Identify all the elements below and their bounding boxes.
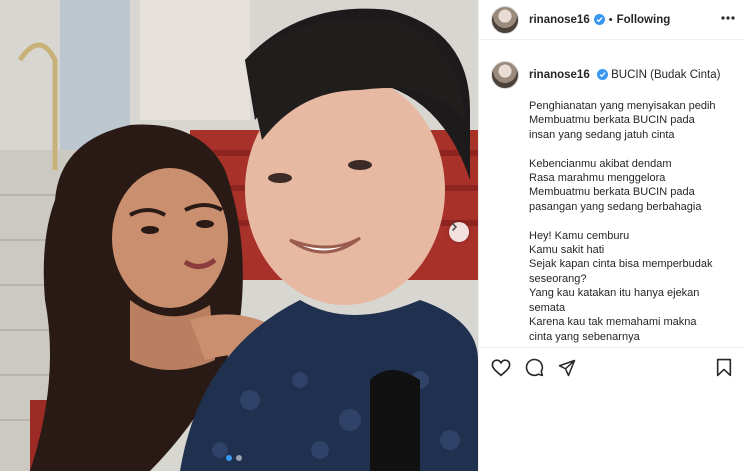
share-button[interactable]: [558, 359, 576, 377]
caption-line: cinta yang sebenarnya: [529, 330, 640, 343]
caption-line: Penghianatan yang menyisakan pedih: [529, 100, 716, 112]
paper-plane-icon: [558, 359, 576, 376]
caption-line: Yang kau katakan itu hanya ejekan: [529, 287, 700, 300]
username-link[interactable]: rinanose16: [529, 14, 590, 26]
caption-area: rinanose16 BUCIN (Budak Cinta) Penghiana…: [479, 50, 745, 347]
verified-badge-icon: [596, 69, 608, 81]
post-header: rinanose16 • Following: [479, 0, 745, 40]
caption-line: Membuatmu berkata BUCIN pada: [529, 114, 695, 127]
bookmark-icon: [716, 358, 732, 377]
post-side-panel: rinanose16 • Following rinanose16 BUCIN …: [478, 0, 745, 471]
carousel-indicator: [226, 455, 242, 461]
avatar[interactable]: [491, 5, 519, 34]
caption-line: insan yang sedang jatuh cinta: [529, 128, 675, 141]
like-button[interactable]: [491, 358, 511, 377]
more-options-icon[interactable]: [721, 11, 735, 30]
caption-line: Rasa marahmu menggelora: [529, 172, 666, 185]
caption-username-link[interactable]: rinanose16: [529, 69, 590, 81]
carousel-dot-active: [226, 455, 232, 461]
caption-avatar[interactable]: [491, 61, 519, 89]
photo-illustration: [0, 0, 478, 471]
caption-line: semata: [529, 301, 566, 314]
carousel-dot: [236, 455, 242, 461]
caption-line: Kebencianmu akibat dendam: [529, 157, 672, 170]
heart-icon: [491, 358, 511, 376]
verified-badge-icon: [593, 14, 605, 25]
separator-dot: •: [608, 13, 613, 26]
comment-icon: [525, 358, 544, 377]
caption-line: [529, 214, 734, 228]
caption-header: rinanose16 BUCIN (Budak Cinta): [491, 61, 734, 89]
caption-text: Penghianatan yang menyisakan pedih Membua…: [529, 99, 734, 344]
caption-line: Kamu sakit hati: [529, 244, 605, 257]
chevron-right-icon: [451, 222, 458, 232]
caption-line: pasangan yang sedang berbahagia: [529, 200, 702, 213]
next-slide-button[interactable]: [449, 222, 469, 242]
post-photo[interactable]: [0, 0, 478, 471]
caption-line: Karena kau tak memahami makna: [529, 316, 697, 329]
caption-line: seseorang?: [529, 272, 587, 285]
caption-title-line: rinanose16 BUCIN (Budak Cinta): [529, 68, 720, 82]
caption-line: Sejak kapan cinta bisa memperbudak: [529, 258, 713, 271]
save-button[interactable]: [716, 358, 732, 382]
caption-title: BUCIN (Budak Cinta): [611, 69, 721, 81]
comment-button[interactable]: [525, 358, 544, 377]
caption-line: [529, 142, 734, 156]
caption-line: Hey! Kamu cemburu: [529, 229, 630, 242]
caption-line: Membuatmu berkata BUCIN pada: [529, 186, 695, 199]
following-button[interactable]: Following: [617, 14, 671, 26]
action-bar: [479, 347, 745, 387]
